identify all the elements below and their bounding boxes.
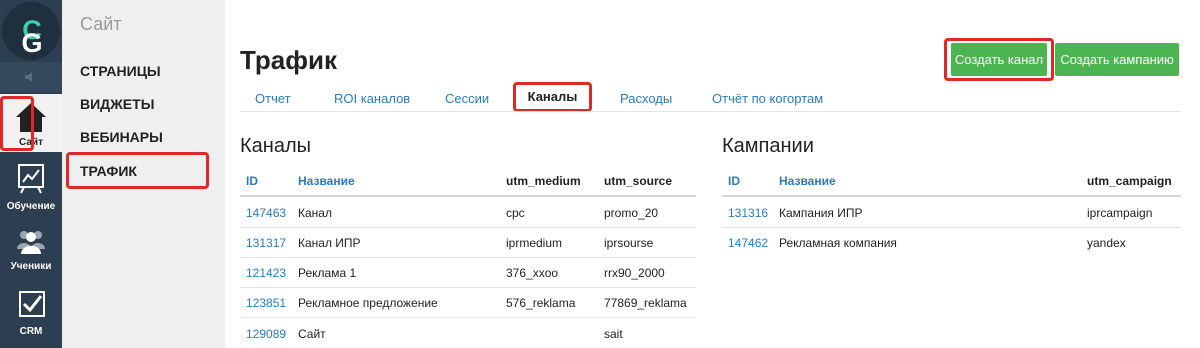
people-icon (17, 231, 45, 254)
logo-letter-g: G (21, 28, 42, 58)
campaign-id[interactable]: 147462 (728, 236, 768, 250)
highlight-traffic (66, 152, 209, 189)
channel-utm-medium: iprmedium (506, 236, 563, 250)
channels-header-divider (240, 195, 696, 197)
highlight-nav-site (0, 96, 34, 151)
channel-name: Канал ИПР (298, 236, 361, 250)
channel-utm-medium: 376_xxoo (506, 266, 559, 280)
highlight-create-channel (944, 38, 1054, 81)
tab-report[interactable]: Отчет (255, 91, 291, 106)
tabs-divider (240, 111, 1181, 112)
campaign-name: Кампания ИПР (779, 206, 863, 220)
channels-title: Каналы (240, 135, 311, 157)
campaigns-header-name[interactable]: Название (779, 174, 836, 188)
row-divider (240, 287, 696, 288)
channel-utm-medium: cpc (506, 206, 525, 220)
row-divider (722, 227, 1181, 228)
channel-id[interactable]: 129089 (246, 327, 286, 341)
campaign-utm-campaign: yandex (1087, 236, 1126, 250)
submenu-title: Сайт (80, 14, 122, 34)
campaigns-header-utm-campaign: utm_campaign (1087, 174, 1172, 188)
campaigns-header-divider (722, 195, 1181, 197)
page-title: Трафик (240, 45, 337, 75)
campaign-id[interactable]: 131316 (728, 206, 768, 220)
nav-crm[interactable]: CRM (0, 282, 62, 340)
tab-channels-label: Каналы (527, 89, 578, 104)
tab-expenses[interactable]: Расходы (620, 91, 672, 106)
campaign-name: Рекламная компания (779, 236, 897, 250)
channels-header-utm-medium: utm_medium (506, 174, 581, 188)
channel-utm-source: sait (604, 327, 623, 341)
checkbox-icon (19, 291, 45, 317)
gc-logo[interactable]: GC (2, 2, 60, 60)
channel-name: Реклама 1 (298, 266, 357, 280)
nav-students[interactable]: Ученики (0, 218, 62, 276)
campaign-utm-campaign: iprcampaign (1087, 206, 1153, 220)
campaigns-title: Кампании (722, 135, 814, 157)
submenu-item-widgets[interactable]: ВИДЖЕТЫ (80, 96, 154, 112)
channel-utm-source: rrx90_2000 (604, 266, 665, 280)
nav-students-label: Ученики (10, 261, 52, 272)
channel-utm-source: 77869_reklama (604, 296, 687, 310)
row-divider (240, 227, 696, 228)
channel-id[interactable]: 147463 (246, 206, 286, 220)
channel-id[interactable]: 123851 (246, 296, 286, 310)
channel-name: Канал (298, 206, 332, 220)
tab-cohort-report[interactable]: Отчёт по когортам (712, 91, 823, 106)
channels-header-utm-source: utm_source (604, 174, 673, 188)
sound-button[interactable] (0, 62, 62, 92)
channel-id[interactable]: 121423 (246, 266, 286, 280)
nav-crm-label: CRM (19, 326, 43, 337)
icon-sidebar: GC Сайт Обучение Ученики CRM (0, 0, 62, 348)
submenu-item-pages[interactable]: СТРАНИЦЫ (80, 63, 161, 79)
channel-name: Рекламное предложение (298, 296, 438, 310)
tab-roi-channels[interactable]: ROI каналов (334, 91, 410, 106)
channels-header-name[interactable]: Название (298, 174, 355, 188)
submenu-item-webinars[interactable]: ВЕБИНАРЫ (80, 129, 163, 145)
channel-utm-source: iprsourse (604, 236, 654, 250)
channel-id[interactable]: 131317 (246, 236, 286, 250)
nav-study[interactable]: Обучение (0, 156, 62, 214)
tab-sessions[interactable]: Сессии (445, 91, 489, 106)
row-divider (240, 317, 696, 318)
nav-study-label: Обучение (6, 201, 56, 212)
channel-utm-medium: 576_reklama (506, 296, 576, 310)
tab-channels[interactable]: Каналы (513, 82, 592, 112)
channels-header-id[interactable]: ID (246, 174, 258, 188)
campaigns-header-id[interactable]: ID (728, 174, 740, 188)
channel-utm-source: promo_20 (604, 206, 659, 220)
speaker-icon (25, 72, 32, 82)
row-divider (240, 257, 696, 258)
create-campaign-button[interactable]: Создать кампанию (1055, 43, 1179, 76)
channel-name: Сайт (298, 327, 326, 341)
chalkboard-icon (18, 164, 44, 194)
